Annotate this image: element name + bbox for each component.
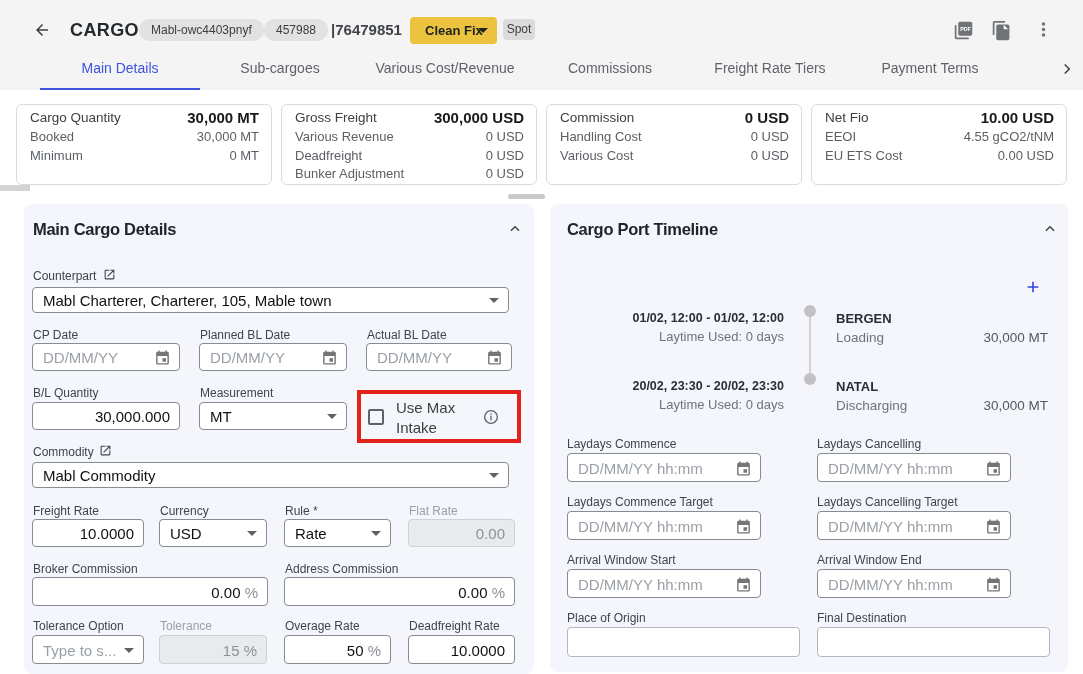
svg-text:PDF: PDF: [960, 26, 972, 32]
